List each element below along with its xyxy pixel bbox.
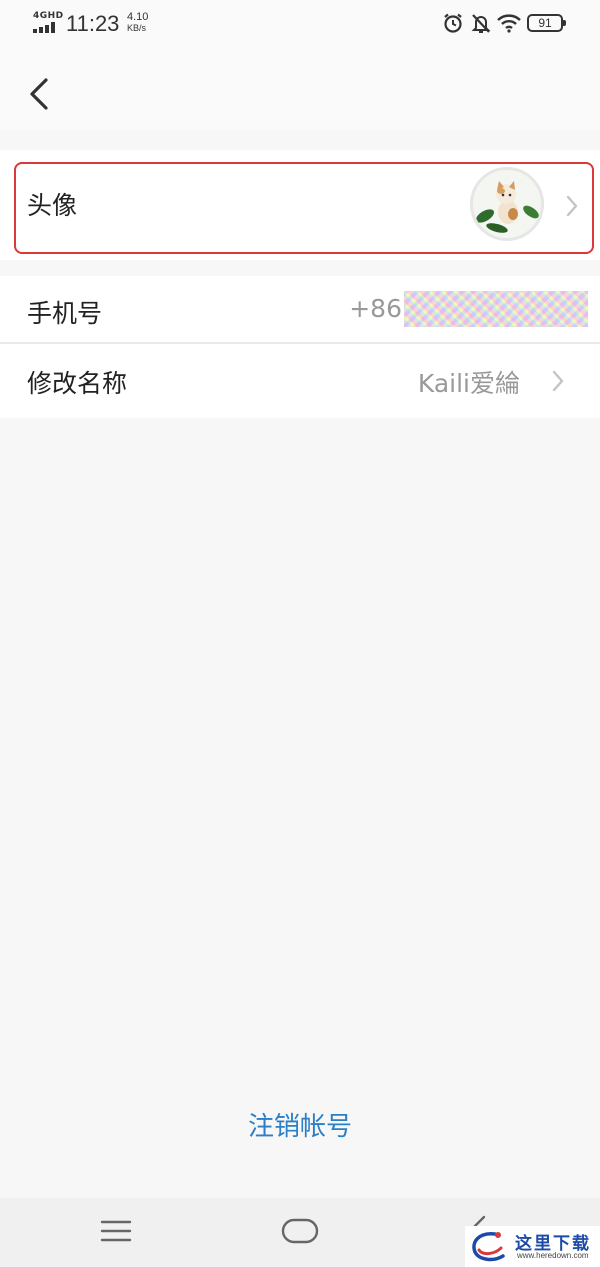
avatar[interactable] [470,167,544,241]
phone-number-mask [404,291,588,327]
chevron-right-icon [566,195,578,217]
clock: 11:23 [66,11,120,36]
watermark-logo-icon [472,1232,505,1262]
wifi-icon [497,14,521,33]
avatar-row[interactable]: 头像 [0,150,600,260]
phone-prefix: +86 [349,294,402,323]
network-speed: 4.10 KB/s [127,12,148,34]
signal-icon [33,22,57,33]
home-icon[interactable] [281,1217,319,1245]
status-bar: 4GHD 11:23 4.10 KB/s 91 [0,0,600,50]
phone-label: 手机号 [27,299,103,328]
speed-unit: KB/s [127,23,147,33]
network-type: 4GHD [33,11,64,21]
rename-label: 修改名称 [27,369,128,398]
menu-icon[interactable] [100,1218,132,1244]
watermark: 这里下载 www.heredown.com [465,1226,600,1267]
name-value: Kaili爱綸 [417,369,520,398]
chevron-right-icon [552,370,564,392]
battery-icon: 91 [527,14,566,32]
avatar-label: 头像 [27,191,78,220]
logout-button[interactable]: 注销帐号 [0,1106,600,1143]
watermark-url: www.heredown.com [517,1251,589,1260]
speed-value: 4.10 [127,11,149,23]
phone-row: 手机号 +86 [0,276,600,342]
alarm-icon [444,13,462,33]
rename-row[interactable]: 修改名称 Kaili爱綸 [0,344,600,418]
nav-bar [0,50,600,130]
chevron-left-icon[interactable] [20,72,60,116]
mute-icon [471,14,491,33]
cat-photo [473,170,541,238]
